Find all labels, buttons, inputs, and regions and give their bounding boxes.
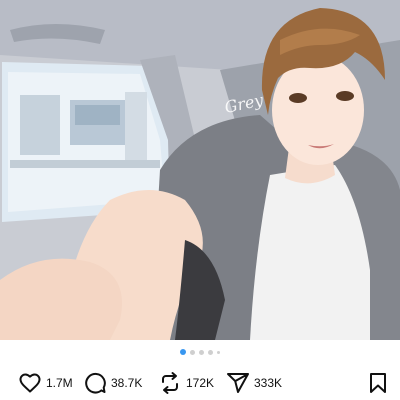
carousel-dot-active <box>180 349 186 355</box>
bookmark-icon <box>370 373 386 393</box>
post-image[interactable]: Grey <box>0 0 400 340</box>
carousel-dot <box>208 349 213 355</box>
repost-button[interactable]: 172K <box>158 371 214 395</box>
save-button[interactable] <box>366 371 390 395</box>
send-button[interactable]: 333K <box>226 371 282 395</box>
like-button[interactable]: 1.7M <box>18 371 73 395</box>
send-count: 333K <box>254 376 283 390</box>
repost-icon <box>162 372 178 394</box>
repost-count: 172K <box>186 376 215 390</box>
carousel-dot <box>190 349 195 355</box>
action-bar: 1.7M 38.7K 172K 333K <box>0 366 400 400</box>
send-icon <box>227 373 249 393</box>
carousel-indicator <box>0 348 400 356</box>
comment-icon <box>85 372 106 394</box>
like-count: 1.7M <box>46 376 73 390</box>
illustration-image: Grey <box>0 0 400 340</box>
carousel-dot <box>199 349 204 355</box>
heart-icon <box>19 373 41 393</box>
comment-button[interactable]: 38.7K <box>83 371 142 395</box>
comment-count: 38.7K <box>111 376 143 390</box>
post-card: Grey 1.7M 38.7K 172K 333K <box>0 0 400 400</box>
carousel-dot <box>217 350 220 354</box>
